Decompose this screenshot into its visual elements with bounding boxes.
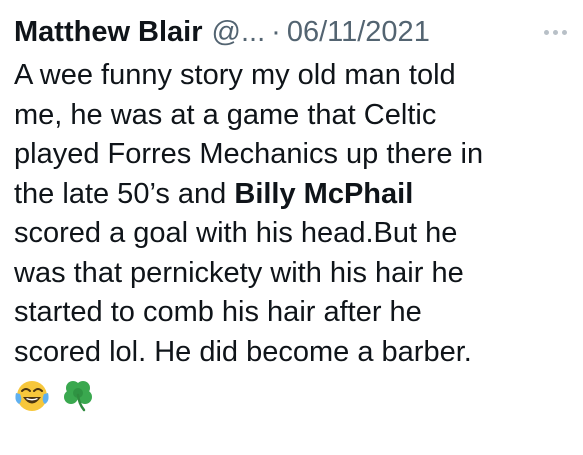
- author-handle[interactable]: @...: [212, 12, 266, 52]
- emoji-row: [14, 374, 583, 416]
- more-options-button[interactable]: [542, 26, 569, 39]
- tweet-text-line: me, he was at a game that Celtic: [14, 98, 437, 131]
- more-dot-icon: [544, 29, 549, 35]
- tweet-text-line: was that pernickety with his hair he: [14, 256, 464, 289]
- bold-name: Billy McPhail: [234, 177, 414, 210]
- author-name[interactable]: Matthew Blair: [14, 12, 203, 52]
- face-with-tears-of-joy-emoji: [15, 381, 49, 411]
- tweet-text-line: the late 50’s and Billy McPhail: [14, 175, 579, 215]
- more-dot-icon: [562, 29, 567, 35]
- tweet-text-line: A wee funny story my old man told: [14, 59, 456, 91]
- tweet-text-line: scored lol. He did become a barber.: [14, 335, 472, 368]
- tweet-text-line: scored a goal with his head.But he: [14, 217, 458, 249]
- separator-dot: ·: [271, 16, 281, 48]
- tweet-text-line: played Forres Mechanics up there in: [14, 138, 484, 170]
- more-dot-icon: [553, 29, 558, 35]
- tweet-text-segment: the late 50’s and: [14, 177, 235, 210]
- tweet-text-line: started to comb his hair after he: [14, 296, 422, 328]
- tweet-header: Matthew Blair @... · 06/11/2021: [14, 12, 569, 52]
- tweet-text: A wee funny story my old man told me, he…: [14, 56, 579, 372]
- tweet-card[interactable]: Matthew Blair @... · 06/11/2021 A wee fu…: [0, 0, 583, 455]
- shamrock-emoji: [64, 381, 92, 412]
- tweet-date[interactable]: 06/11/2021: [287, 12, 430, 52]
